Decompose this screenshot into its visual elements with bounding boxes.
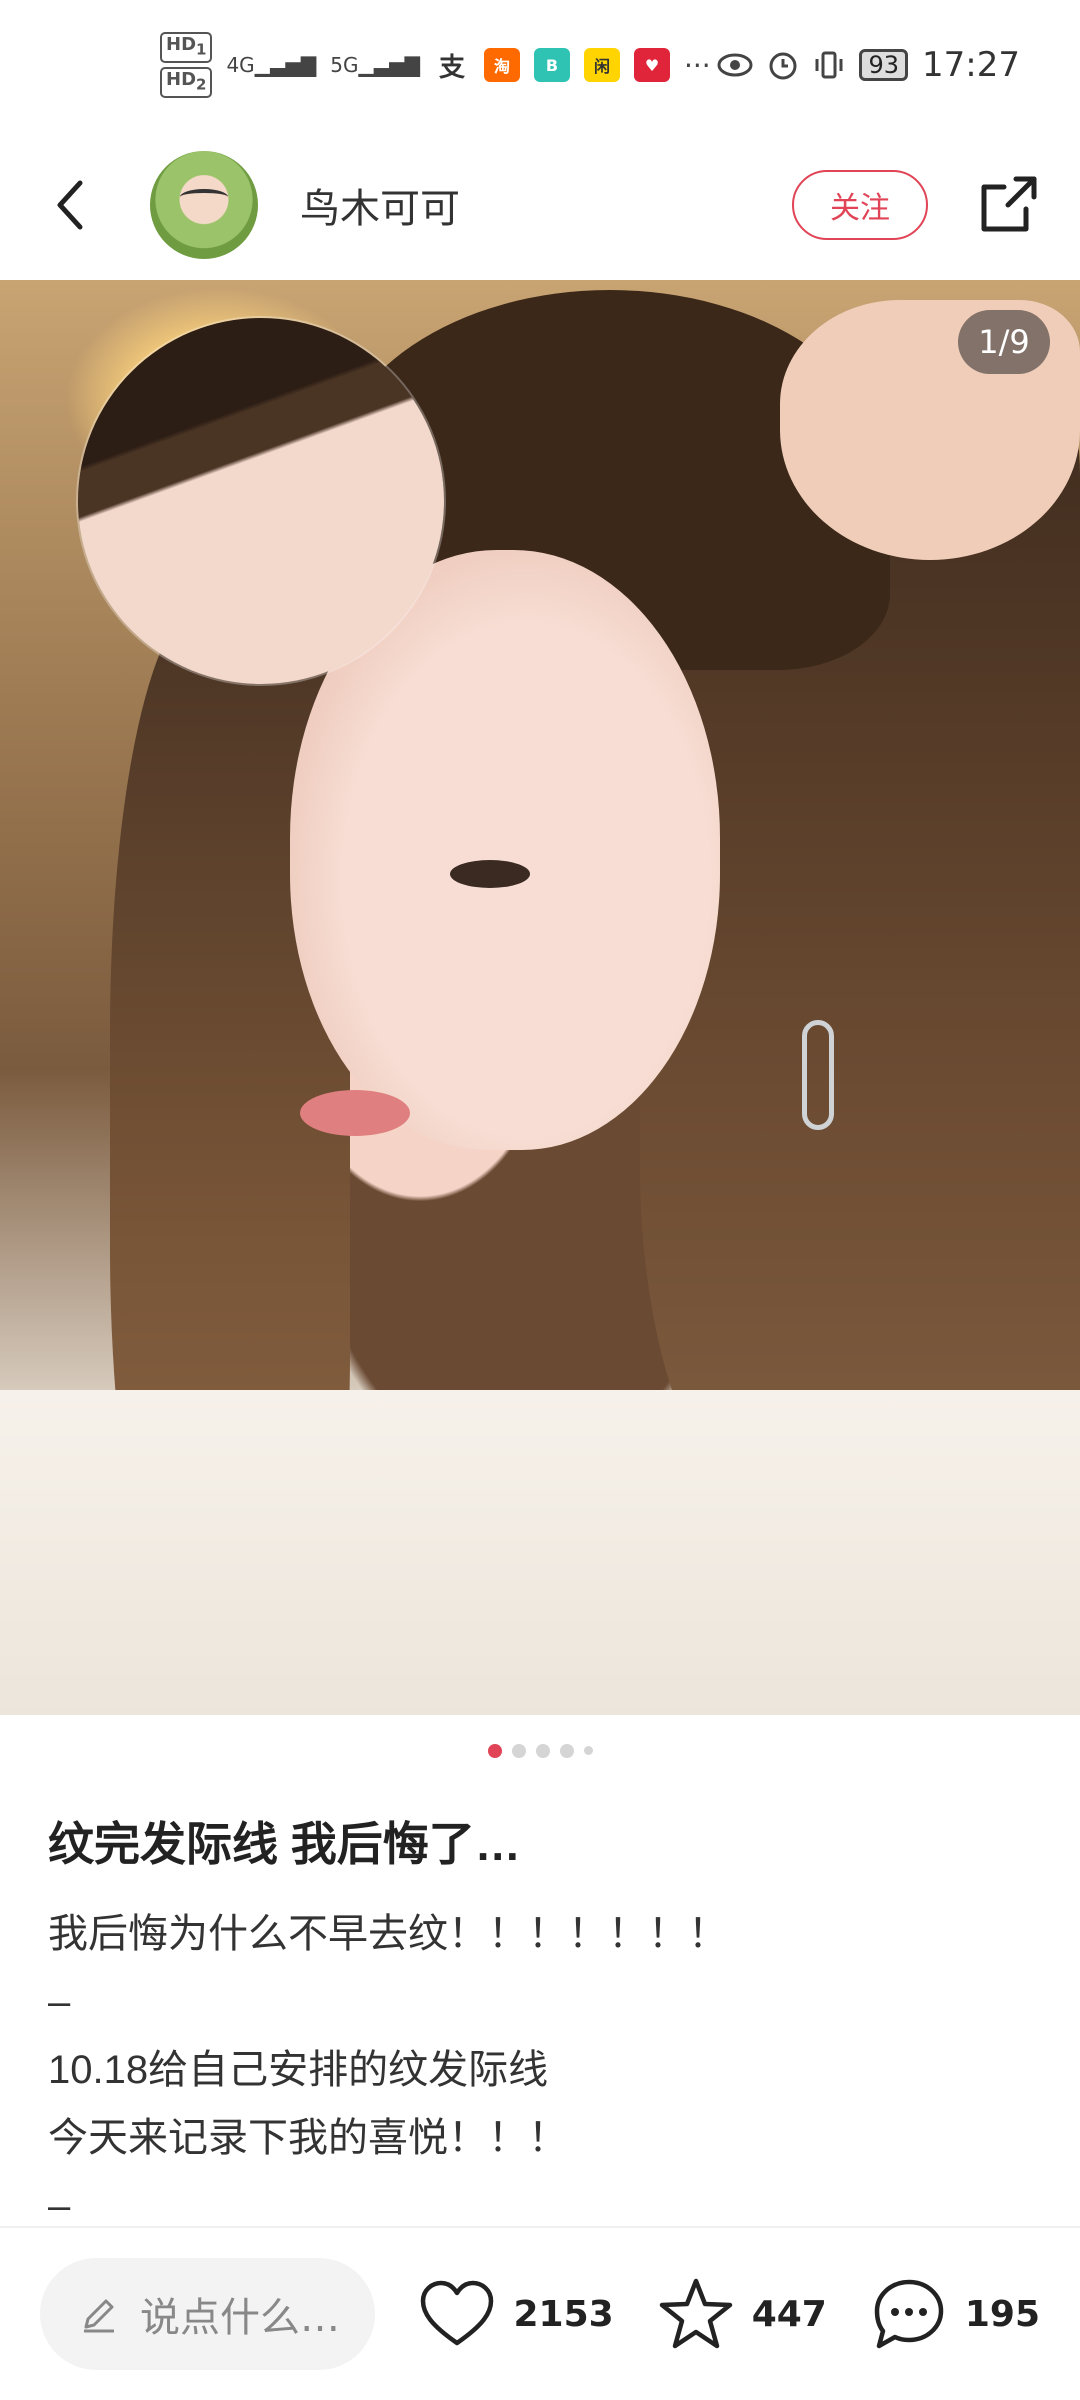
photo-sweater — [0, 1390, 1080, 1715]
carousel-pagination — [0, 1744, 1080, 1758]
vibrate-icon — [815, 51, 843, 79]
status-bar: HD1 HD2 4G▁▃▅▇ 5G▁▃▅▇ 支 淘 B 闲 ♥ ··· 93 1… — [0, 0, 1080, 130]
collect-count: 447 — [751, 2293, 827, 2335]
alipay-icon: 支 — [433, 48, 470, 83]
hd1-sub: 1 — [196, 41, 207, 59]
app-heart-icon: ♥ — [633, 48, 670, 82]
post-title: 纹完发际线 我后悔了… — [48, 1818, 521, 1870]
post-line: 10.18给自己安排的纹发际线 — [48, 2048, 549, 2092]
hairline-closeup-inset — [78, 318, 444, 684]
pagination-dot-2[interactable] — [511, 1744, 526, 1758]
signal-4g-icon: 4G▁▃▅▇ — [226, 53, 317, 77]
like-count: 2153 — [513, 2293, 614, 2335]
comment-placeholder: 说点什么… — [140, 2295, 340, 2341]
signal-5g-icon: 5G▁▃▅▇ — [330, 53, 420, 77]
hd2-text: HD — [166, 69, 197, 90]
share-button[interactable] — [976, 173, 1040, 237]
hd2-sub: 2 — [196, 75, 207, 94]
back-chevron-icon — [57, 180, 83, 230]
hd1-text: HD — [166, 34, 197, 56]
xianyu-icon: 闲 — [583, 48, 620, 82]
hd-indicators: HD1 HD2 — [160, 32, 213, 98]
heart-icon — [421, 2280, 494, 2346]
pagination-dot-3[interactable] — [535, 1744, 550, 1758]
clock: 17:27 — [922, 45, 1020, 85]
hd1-badge: HD1 — [160, 32, 213, 63]
hd2-badge: HD2 — [160, 67, 213, 98]
status-right: 93 17:27 — [717, 45, 1020, 85]
net2-label: 5G — [330, 53, 359, 77]
pencil-icon — [84, 2299, 114, 2333]
bottom-action-bar: 说点什么… 2153 447 195 — [0, 2228, 1080, 2400]
post-line: 今天来记录下我的喜悦！！！ — [48, 2116, 568, 2160]
status-left: HD1 HD2 4G▁▃▅▇ 5G▁▃▅▇ 支 淘 B 闲 ♥ ··· — [160, 32, 711, 98]
post-header: 鸟木可可 关注 — [0, 130, 1080, 280]
comment-count: 195 — [964, 2293, 1040, 2335]
share-icon — [981, 176, 1037, 232]
eye-icon — [717, 53, 753, 77]
image-counter: 1/9 — [958, 310, 1050, 374]
star-icon — [659, 2278, 732, 2349]
post-image-carousel[interactable]: 1/9 — [0, 280, 1080, 1715]
pagination-dot-4[interactable] — [559, 1744, 574, 1758]
pagination-dot-more — [583, 1746, 593, 1755]
follow-button[interactable]: 关注 — [792, 170, 928, 240]
post-line: – — [48, 1980, 71, 2024]
post-line: 我后悔为什么不早去纹！！！！！！！ — [48, 1912, 728, 1956]
more-notifications-icon: ··· — [683, 48, 711, 82]
comment-button[interactable]: 195 — [871, 2276, 1040, 2352]
alarm-icon — [769, 52, 797, 80]
comment-input[interactable]: 说点什么… — [40, 2258, 376, 2370]
back-button[interactable] — [40, 175, 100, 235]
photo-earring — [802, 1020, 834, 1130]
comment-bubble-icon — [874, 2279, 944, 2349]
battery-indicator: 93 — [859, 49, 909, 81]
boss-app-icon: B — [533, 48, 570, 82]
net1-label: 4G — [226, 53, 255, 77]
post-content: 纹完发际线 我后悔了… 我后悔为什么不早去纹！！！！！！！ – 10.18给自己… — [48, 1790, 1038, 2240]
collect-button[interactable]: 447 — [658, 2277, 827, 2351]
author-avatar[interactable] — [150, 151, 258, 259]
photo-lips — [300, 1090, 410, 1136]
pagination-dot-1[interactable] — [487, 1744, 502, 1758]
taobao-icon: 淘 — [483, 48, 520, 82]
photo-eye — [450, 860, 530, 888]
author-name[interactable]: 鸟木可可 — [300, 176, 792, 234]
like-button[interactable]: 2153 — [419, 2279, 614, 2349]
